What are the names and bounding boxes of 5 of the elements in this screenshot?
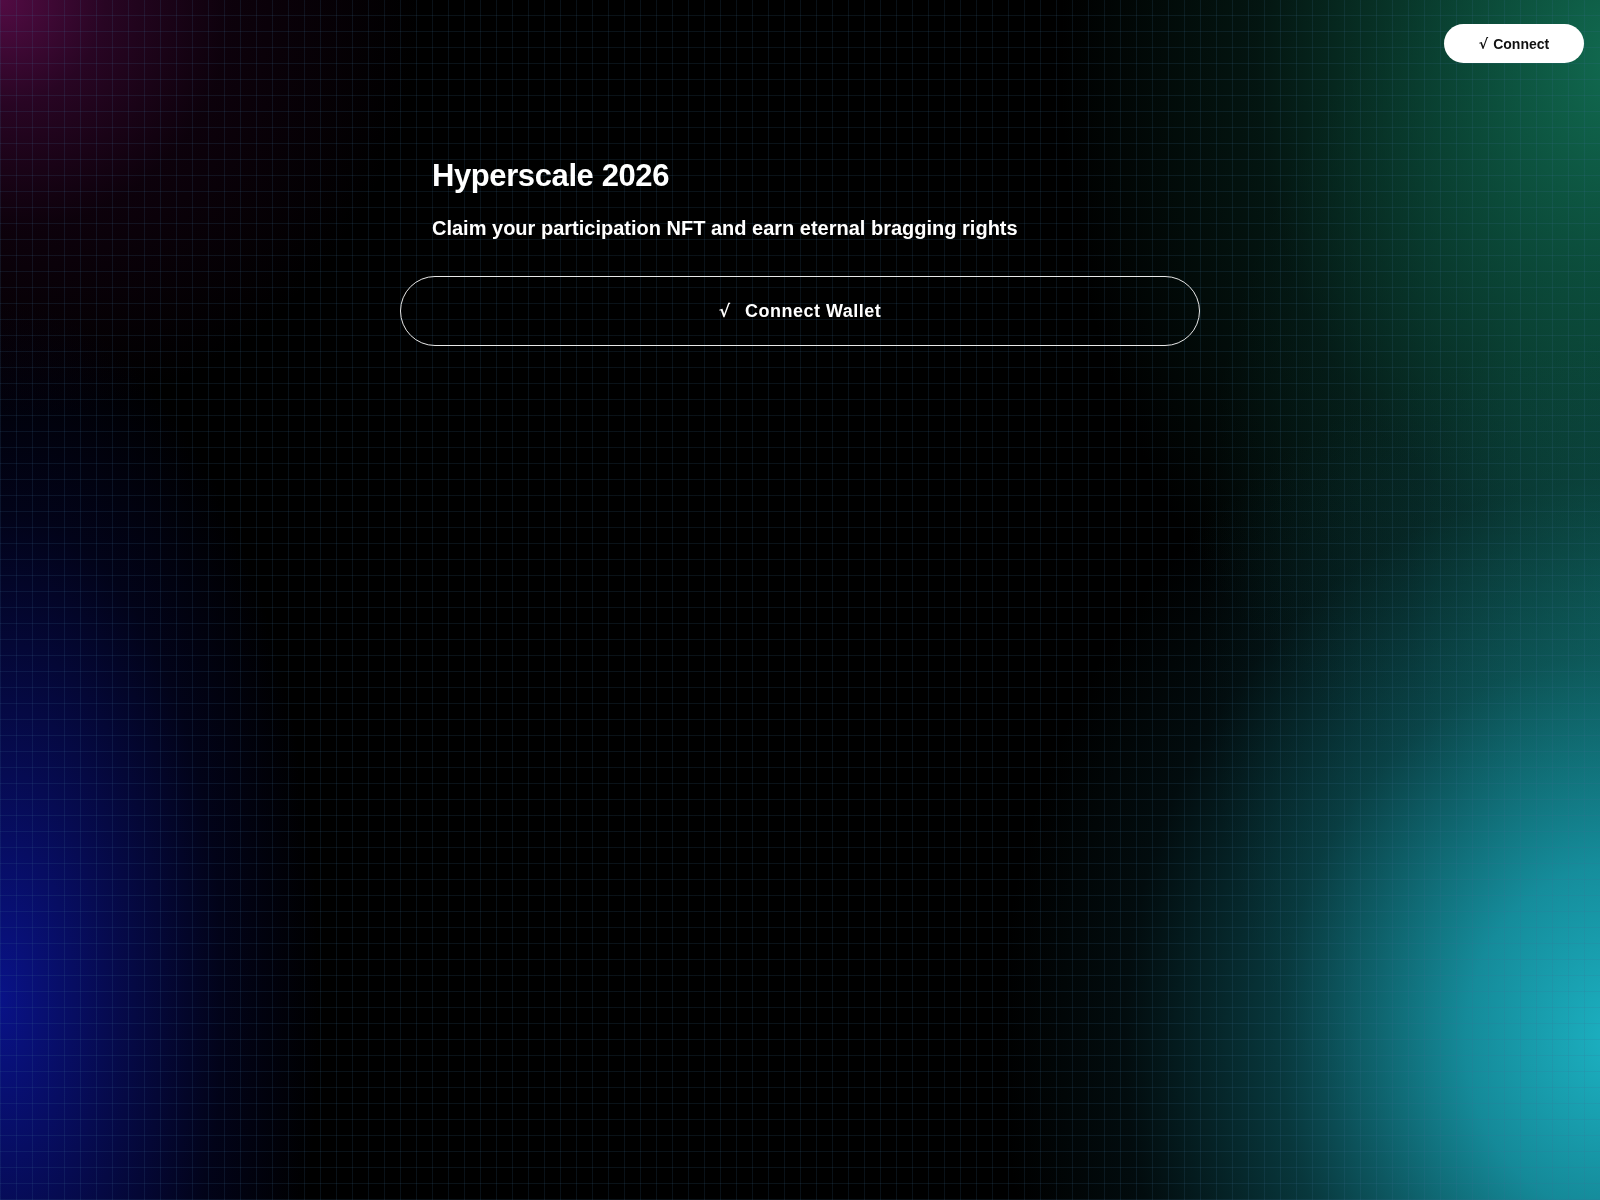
radical-sign-icon: √ [718, 302, 730, 320]
connect-button[interactable]: √ Connect [1444, 24, 1584, 63]
page-subtitle: Claim your participation NFT and earn eternal bragging rights [431, 216, 1019, 241]
page-title: Hyperscale 2026 [431, 157, 671, 195]
radical-sign-icon: √ [1478, 36, 1489, 51]
